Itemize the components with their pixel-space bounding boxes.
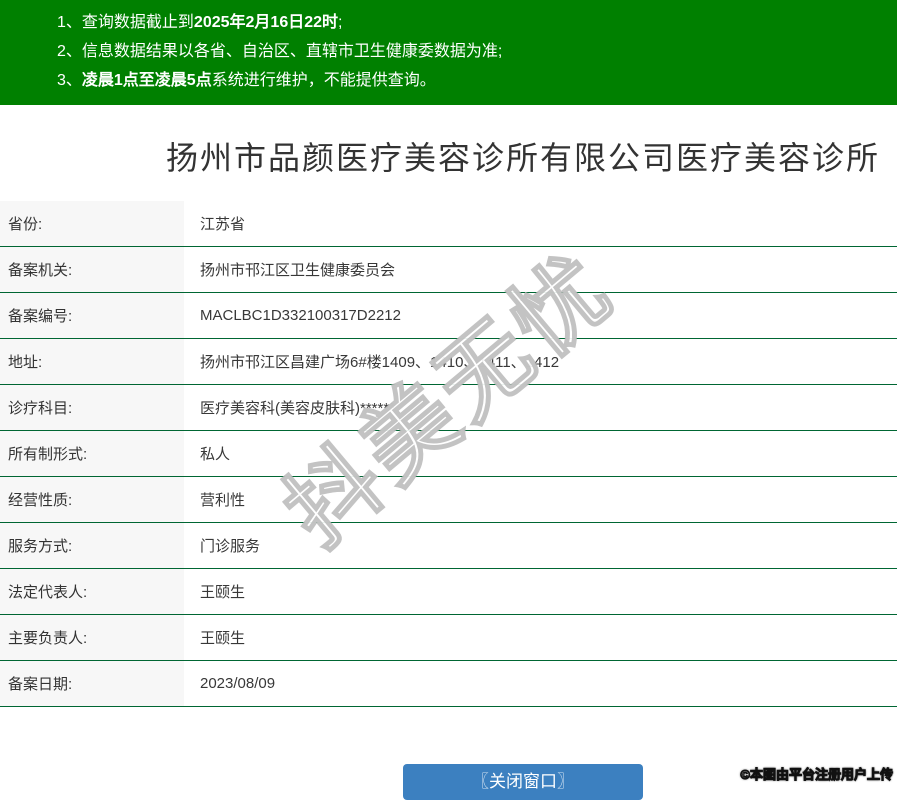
row-label: 服务方式:	[0, 523, 184, 568]
table-row-main-person-in-charge: 主要负责人: 王颐生	[0, 615, 897, 661]
credit-watermark: ©本图由平台注册用户上传	[740, 767, 894, 783]
row-label: 备案日期:	[0, 661, 184, 706]
table-row-service-mode: 服务方式: 门诊服务	[0, 523, 897, 569]
row-value: 扬州市邗江区卫生健康委员会	[200, 262, 396, 279]
notice-2-num: 2、	[57, 43, 82, 60]
row-value: 营利性	[200, 492, 246, 509]
row-label: 主要负责人:	[0, 615, 184, 660]
row-value: 2023/08/09	[200, 675, 276, 692]
row-value: 扬州市邗江区昌建广场6#楼1409、1410、1411、1412	[200, 354, 560, 371]
row-value: 私人	[200, 446, 231, 463]
notice-1-bold: 2025年2月16日22时	[193, 14, 339, 31]
row-label: 经营性质:	[0, 477, 184, 522]
table-row-province: 省份: 江苏省	[0, 201, 897, 247]
notice-3-post: 系统进行维护，不能提供查询。	[211, 72, 436, 89]
row-value: 江苏省	[200, 216, 246, 233]
row-label: 省份:	[0, 201, 184, 246]
info-table: 省份: 江苏省 备案机关: 扬州市邗江区卫生健康委员会 备案编号: MACLBC…	[0, 201, 897, 707]
row-value: 门诊服务	[200, 538, 261, 555]
notice-1-pre: 查询数据截止到	[81, 14, 194, 31]
page-title: 扬州市品颜医疗美容诊所有限公司医疗美容诊所	[165, 140, 880, 176]
table-row-filing-authority: 备案机关: 扬州市邗江区卫生健康委员会	[0, 247, 897, 293]
table-row-filing-date: 备案日期: 2023/08/09	[0, 661, 897, 707]
table-row-ownership-form: 所有制形式: 私人	[0, 431, 897, 477]
table-row-business-nature: 经营性质: 营利性	[0, 477, 897, 523]
row-label: 所有制形式:	[0, 431, 184, 476]
row-value: 王颐生	[200, 584, 246, 601]
notice-1-num: 1、	[57, 14, 82, 31]
notice-3-bold: 凌晨1点至凌晨5点	[81, 72, 212, 89]
table-row-filing-number: 备案编号: MACLBC1D332100317D2212	[0, 293, 897, 339]
content-area: 扬州市品颜医疗美容诊所有限公司医疗美容诊所	[0, 133, 897, 179]
notice-1-post: ;	[338, 14, 343, 31]
row-value: MACLBC1D332100317D2212	[200, 307, 401, 324]
table-row-address: 地址: 扬州市邗江区昌建广场6#楼1409、1410、1411、1412	[0, 339, 897, 385]
notice-bar: 1、查询数据截止到2025年2月16日22时; 2、信息数据结果以各省、自治区、…	[0, 0, 897, 105]
page: { "notices": { "items": [ { "num": "1、",…	[0, 0, 897, 800]
notice-line-1: 1、查询数据截止到2025年2月16日22时;	[0, 8, 897, 37]
row-label: 法定代表人:	[0, 569, 184, 614]
notice-3-num: 3、	[57, 72, 82, 89]
row-label: 备案编号:	[0, 293, 184, 338]
close-window-button[interactable]: 〖关闭窗口〗	[403, 764, 643, 800]
notice-2-pre: 信息数据结果以各省、自治区、直辖市卫生健康委数据为准;	[81, 43, 503, 60]
row-label: 备案机关:	[0, 247, 184, 292]
row-label: 地址:	[0, 339, 184, 384]
notice-line-3: 3、凌晨1点至凌晨5点系统进行维护，不能提供查询。	[0, 66, 897, 95]
table-row-legal-representative: 法定代表人: 王颐生	[0, 569, 897, 615]
row-label: 诊疗科目:	[0, 385, 184, 430]
notice-line-2: 2、信息数据结果以各省、自治区、直辖市卫生健康委数据为准;	[0, 37, 897, 66]
table-row-treatment-subjects: 诊疗科目: 医疗美容科(美容皮肤科)******	[0, 385, 897, 431]
row-value: 王颐生	[200, 630, 246, 647]
row-value: 医疗美容科(美容皮肤科)******	[200, 400, 396, 417]
